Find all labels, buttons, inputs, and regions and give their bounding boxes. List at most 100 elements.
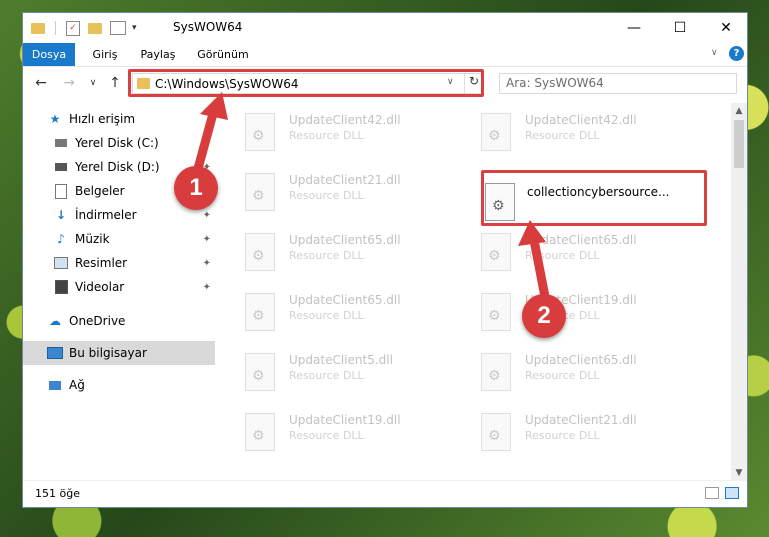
sidebar-item-label: Resimler — [75, 256, 128, 270]
sidebar-item-label: Ağ — [69, 378, 85, 392]
sidebar-item-quick-access[interactable]: ★ Hızlı erişim — [23, 107, 215, 131]
file-item[interactable]: ⚙ UpdateClient19.dll Resource DLL — [481, 287, 701, 337]
file-item[interactable]: ⚙ UpdateClient65.dll Resource DLL — [481, 347, 701, 397]
sidebar-item-label: İndirmeler — [75, 208, 137, 222]
pin-icon[interactable]: ✦ — [203, 234, 211, 245]
file-type: Resource DLL — [289, 249, 364, 262]
tab-dosya[interactable]: Dosya — [23, 43, 75, 66]
details-view-icon[interactable] — [705, 487, 719, 499]
address-row: ← → ∨ ↑ C:\Windows\SysWOW64 ∨ ↻ Ara: Sys… — [23, 67, 747, 99]
file-item[interactable]: ⚙ UpdateClient21.dll Resource DLL — [245, 167, 465, 217]
sidebar-item-disk-c[interactable]: Yerel Disk (C:) ✦ — [23, 131, 215, 155]
file-type: Resource DLL — [289, 369, 364, 382]
file-item[interactable]: ⚙ UpdateClient65.dll Resource DLL — [245, 227, 465, 277]
pin-icon[interactable]: ✦ — [203, 258, 211, 269]
sidebar-item-pictures[interactable]: Resimler ✦ — [23, 251, 215, 275]
folder-icon[interactable] — [31, 22, 45, 34]
dll-file-icon: ⚙ — [481, 413, 511, 451]
file-name: UpdateClient5.dll — [289, 353, 393, 367]
gear-icon: ⚙ — [252, 128, 265, 144]
file-type: Resource DLL — [289, 429, 364, 442]
properties-icon[interactable]: ✓ — [66, 20, 80, 36]
sidebar-item-music[interactable]: ♪ Müzik ✦ — [23, 227, 215, 251]
scroll-down-icon[interactable]: ▼ — [731, 465, 747, 481]
dll-file-icon: ⚙ — [481, 113, 511, 151]
help-icon[interactable]: ? — [729, 46, 744, 61]
tab-paylas[interactable]: Paylaş — [135, 43, 181, 66]
sidebar-item-this-pc[interactable]: Bu bilgisayar — [23, 341, 215, 365]
file-item[interactable]: ⚙ UpdateClient19.dll Resource DLL — [245, 407, 465, 457]
cloud-icon: ☁ — [49, 314, 61, 328]
file-list: ⚙ UpdateClient42.dll Resource DLL ⚙ Upda… — [217, 103, 733, 481]
file-item[interactable]: ⚙ UpdateClient65.dll Resource DLL — [245, 287, 465, 337]
file-item[interactable]: ⚙ UpdateClient42.dll Resource DLL — [481, 107, 701, 157]
documents-icon — [53, 183, 69, 199]
drive-icon — [53, 159, 69, 175]
maximize-button[interactable]: ☐ — [657, 13, 703, 43]
file-type: Resource DLL — [525, 249, 600, 262]
dll-file-icon: ⚙ — [245, 233, 275, 271]
star-icon: ★ — [49, 112, 61, 126]
file-name: UpdateClient42.dll — [289, 113, 401, 127]
sidebar-item-onedrive[interactable]: ☁ OneDrive — [23, 309, 215, 333]
explorer-window: ✓ ▾ SysWOW64 — ☐ ✕ Dosya Giriş Paylaş Gö… — [22, 12, 748, 508]
file-name: UpdateClient65.dll — [289, 233, 401, 247]
callout-badge-two: 2 — [522, 294, 566, 338]
dll-file-icon: ⚙ — [245, 173, 275, 211]
new-folder-icon[interactable] — [88, 22, 102, 34]
sidebar-item-label: Videolar — [75, 280, 125, 294]
forward-button[interactable]: → — [59, 73, 79, 93]
file-type: Resource DLL — [289, 129, 364, 142]
file-name: UpdateClient21.dll — [525, 413, 637, 427]
tab-giris[interactable]: Giriş — [83, 43, 127, 66]
title-bar: ✓ ▾ SysWOW64 — ☐ ✕ — [23, 13, 747, 43]
dll-file-icon: ⚙ — [245, 413, 275, 451]
ribbon-tabs: Dosya Giriş Paylaş Görünüm ∨ ? — [23, 43, 747, 67]
dll-file-icon: ⚙ — [481, 233, 511, 271]
file-type: Resource DLL — [289, 189, 364, 202]
vertical-scrollbar[interactable]: ▲ ▼ — [731, 103, 747, 481]
file-name: UpdateClient21.dll — [289, 173, 401, 187]
file-name: UpdateClient42.dll — [525, 113, 637, 127]
address-bar-highlight — [128, 69, 484, 97]
close-button[interactable]: ✕ — [703, 13, 749, 43]
gear-icon: ⚙ — [488, 308, 501, 324]
customize-dropdown-icon[interactable]: ▾ — [132, 23, 137, 33]
pin-icon[interactable]: ✦ — [203, 210, 211, 221]
view-options-icon[interactable] — [110, 21, 126, 35]
file-item[interactable]: ⚙ UpdateClient5.dll Resource DLL — [245, 347, 465, 397]
file-type: Resource DLL — [525, 369, 600, 382]
file-item[interactable]: ⚙ UpdateClient42.dll Resource DLL — [245, 107, 465, 157]
search-input[interactable]: Ara: SysWOW64 — [499, 73, 737, 94]
divider — [55, 21, 56, 35]
file-item[interactable]: ⚙ UpdateClient21.dll Resource DLL — [481, 407, 701, 457]
dll-file-icon: ⚙ — [245, 113, 275, 151]
scroll-up-icon[interactable]: ▲ — [731, 103, 747, 119]
file-type: Resource DLL — [289, 309, 364, 322]
gear-icon: ⚙ — [488, 248, 501, 264]
gear-icon: ⚙ — [252, 368, 265, 384]
item-count: 151 öğe — [35, 487, 80, 500]
dll-file-icon: ⚙ — [245, 293, 275, 331]
ribbon-expand-icon[interactable]: ∨ — [711, 48, 718, 58]
status-bar: 151 öğe — [23, 480, 747, 507]
file-name: UpdateClient65.dll — [525, 233, 637, 247]
pin-icon[interactable]: ✦ — [203, 282, 211, 293]
up-button[interactable]: ↑ — [105, 73, 125, 93]
scroll-thumb[interactable] — [734, 120, 744, 168]
recent-locations-icon[interactable]: ∨ — [83, 73, 103, 93]
large-icons-view-icon[interactable] — [725, 487, 739, 499]
sidebar-item-label: Hızlı erişim — [69, 112, 136, 126]
sidebar-item-videos[interactable]: Videolar ✦ — [23, 275, 215, 299]
back-button[interactable]: ← — [31, 73, 51, 93]
dll-file-icon: ⚙ — [481, 353, 511, 391]
tab-gorunum[interactable]: Görünüm — [193, 43, 253, 66]
sidebar-item-network[interactable]: Ağ — [23, 373, 215, 397]
music-icon: ♪ — [57, 232, 65, 246]
pin-icon[interactable]: ✦ — [203, 138, 211, 149]
file-name: UpdateClient65.dll — [289, 293, 401, 307]
file-name: UpdateClient19.dll — [289, 413, 401, 427]
minimize-button[interactable]: — — [611, 13, 657, 43]
file-item[interactable]: ⚙ UpdateClient65.dll Resource DLL — [481, 227, 701, 277]
file-type: Resource DLL — [525, 129, 600, 142]
